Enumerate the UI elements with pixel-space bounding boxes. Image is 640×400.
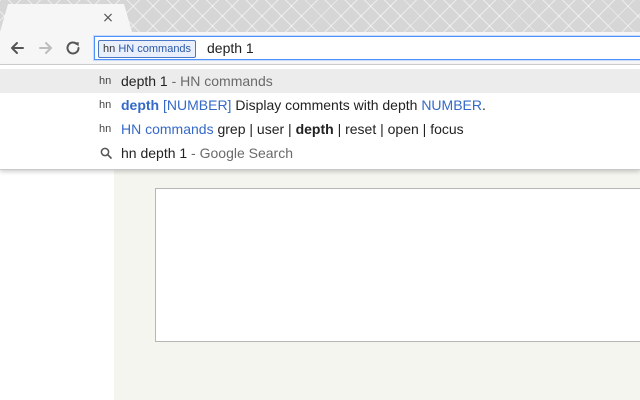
command-arg: [NUMBER] xyxy=(159,97,232,113)
suggestion-source: - HN commands xyxy=(167,73,273,89)
suggestion-main: hn depth 1 xyxy=(121,145,188,161)
search-icon xyxy=(100,147,112,159)
back-arrow-icon xyxy=(11,42,24,54)
suggestion-text: hn depth 1 - Google Search xyxy=(121,141,293,165)
command-list: grep | user | xyxy=(213,121,296,137)
command-description-arg: NUMBER xyxy=(421,97,482,113)
close-icon[interactable]: × xyxy=(100,10,116,26)
command-list-match: depth xyxy=(295,121,334,137)
suggestion-dropdown: hn depth 1 - HN commands hn depth [NUMBE… xyxy=(0,65,640,170)
suggestion-text: HN commands grep | user | depth | reset … xyxy=(121,117,464,141)
command-description: Display comments with depth xyxy=(231,97,422,113)
keyword-chip[interactable]: hn HN commands xyxy=(98,40,197,58)
suggestion-row-2[interactable]: hn depth [NUMBER] Display comments with … xyxy=(0,93,640,117)
hn-keyword-icon: hn xyxy=(99,123,112,135)
hn-keyword-icon: hn xyxy=(99,99,112,111)
address-input-text[interactable]: depth 1 xyxy=(207,37,254,59)
command-list-rest: | reset | open | focus xyxy=(333,121,464,137)
back-button[interactable] xyxy=(6,37,28,59)
suggestion-row-4[interactable]: hn depth 1 - Google Search xyxy=(0,141,640,165)
suggestion-text: depth [NUMBER] Display comments with dep… xyxy=(121,93,486,117)
tab-strip: × xyxy=(0,0,640,32)
suggestion-text: depth 1 - HN commands xyxy=(121,69,273,93)
address-bar[interactable]: hn HN commands depth 1 xyxy=(94,36,640,60)
forward-arrow-icon xyxy=(39,42,52,54)
suggestion-row-1[interactable]: hn depth 1 - HN commands xyxy=(0,69,640,93)
keyword-name: HN commands xyxy=(118,43,192,55)
browser-toolbar: hn HN commands depth 1 xyxy=(0,32,640,65)
suggestion-row-3[interactable]: hn HN commands grep | user | depth | res… xyxy=(0,117,640,141)
reload-button[interactable] xyxy=(62,37,84,59)
hn-keyword-icon: hn xyxy=(99,75,112,87)
suggestion-main: depth 1 xyxy=(121,73,168,89)
command-description-end: . xyxy=(481,97,486,113)
reload-icon xyxy=(66,41,80,55)
active-tab[interactable]: × xyxy=(0,4,132,32)
command-name: depth xyxy=(121,97,160,113)
suggestion-source: - Google Search xyxy=(187,145,294,161)
extension-name: HN commands xyxy=(121,121,214,137)
keyword-prefix: hn xyxy=(103,43,116,55)
content-box xyxy=(155,188,640,342)
forward-button[interactable] xyxy=(35,37,57,59)
